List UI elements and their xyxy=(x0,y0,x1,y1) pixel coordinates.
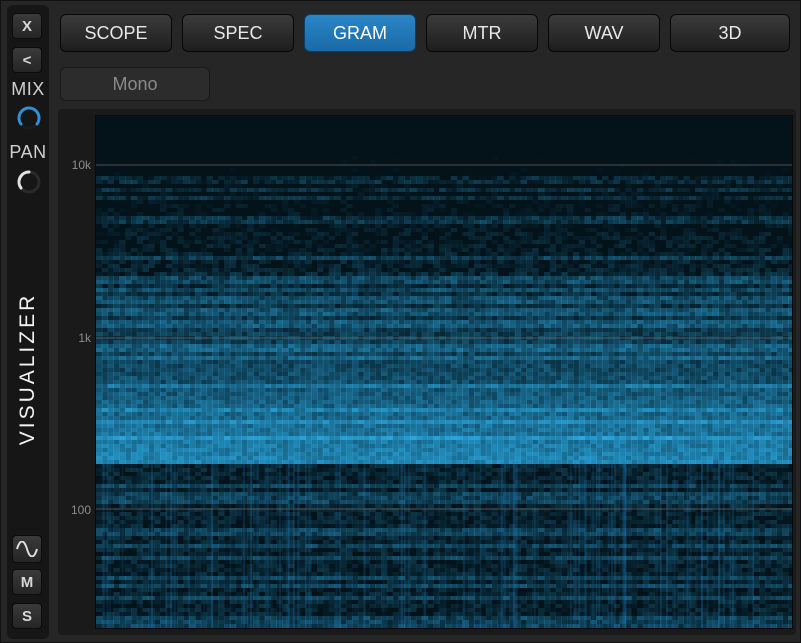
waveform-button[interactable] xyxy=(12,535,42,563)
mono-button[interactable]: Mono xyxy=(60,67,210,101)
y-label-10k: 10k xyxy=(71,158,91,172)
tab-wav[interactable]: WAV xyxy=(548,14,660,52)
mix-label: MIX xyxy=(11,79,45,99)
visualizer-title: VISUALIZER xyxy=(16,292,39,446)
pan-label: PAN xyxy=(9,142,47,162)
mix-knob[interactable] xyxy=(16,105,42,131)
tab-mtr[interactable]: MTR xyxy=(426,14,538,52)
y-label-100: 100 xyxy=(70,503,91,517)
tab-gram[interactable]: GRAM xyxy=(304,14,416,52)
sine-wave-icon xyxy=(16,541,38,557)
visualizer-window: X < MIX PAN VISUALIZER M S SCOPE SPEC GRAM… xyxy=(0,0,801,643)
close-button[interactable]: X xyxy=(12,13,42,39)
y-label-1k: 1k xyxy=(78,331,91,345)
collapse-button[interactable]: < xyxy=(12,47,42,73)
s-button[interactable]: S xyxy=(12,603,42,629)
m-button[interactable]: M xyxy=(12,569,42,595)
spectrogram xyxy=(95,115,793,629)
tab-3d[interactable]: 3D xyxy=(670,14,790,52)
sidebar: X < MIX PAN VISUALIZER M S xyxy=(7,5,49,639)
pan-knob[interactable] xyxy=(16,169,42,195)
spectrogram-canvas xyxy=(96,116,792,628)
tab-scope[interactable]: SCOPE xyxy=(60,14,172,52)
tab-spec[interactable]: SPEC xyxy=(182,14,294,52)
